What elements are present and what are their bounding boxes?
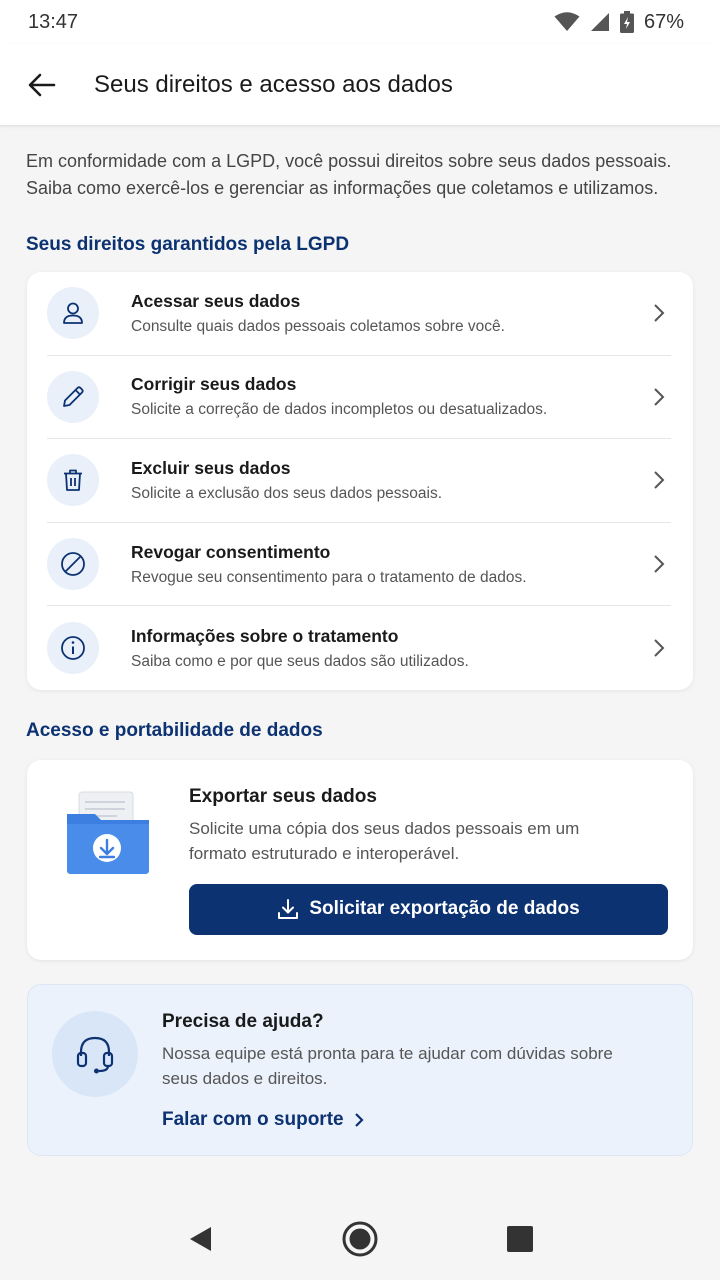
battery-percent: 67% xyxy=(643,10,684,33)
battery-icon xyxy=(619,11,634,33)
chevron-right-icon xyxy=(647,468,671,492)
trash-icon xyxy=(47,454,99,507)
block-icon xyxy=(47,538,99,591)
right-item-title: Acessar seus dados xyxy=(131,290,301,311)
right-item-access[interactable]: Acessar seus dados Consulte quais dados … xyxy=(47,272,671,356)
chevron-right-icon xyxy=(647,552,671,576)
arrow-back-icon xyxy=(28,73,56,96)
right-item-desc: Revogue seu consentimento para o tratame… xyxy=(131,568,527,586)
rights-section-title: Seus direitos garantidos pela LGPD xyxy=(26,234,350,255)
main-content: Em conformidade com a LGPD, você possui … xyxy=(0,126,720,1156)
intro-text: Em conformidade com a LGPD, você possui … xyxy=(26,151,672,198)
right-item-title: Revogar consentimento xyxy=(131,541,331,562)
app-bar: Seus direitos e acesso aos dados xyxy=(0,44,720,126)
right-item-title: Corrigir seus dados xyxy=(131,374,297,395)
page-title: Seus direitos e acesso aos dados xyxy=(94,70,453,98)
right-item-correct[interactable]: Corrigir seus dados Solicite a correção … xyxy=(47,356,671,440)
right-item-title: Informações sobre o tratamento xyxy=(131,625,399,646)
portability-section-title: Acesso e portabilidade de dados xyxy=(26,719,323,741)
triangle-back-icon xyxy=(190,1227,211,1251)
status-bar: 13:47 67% xyxy=(0,0,720,44)
export-desc: Solicite uma cópia dos seus dados pessoa… xyxy=(189,818,580,863)
right-item-title: Excluir seus dados xyxy=(131,457,291,478)
circle-home-icon xyxy=(342,1221,378,1257)
chevron-right-icon xyxy=(647,385,671,409)
nav-home-button[interactable] xyxy=(330,1209,390,1269)
nav-recents-button[interactable] xyxy=(490,1209,550,1269)
right-item-desc: Solicite a correção de dados incompletos… xyxy=(131,401,548,419)
chevron-right-icon xyxy=(354,1113,364,1127)
request-export-label: Solicitar exportação de dados xyxy=(309,898,580,920)
signal-icon xyxy=(590,13,609,31)
wifi-icon xyxy=(554,12,580,31)
request-export-button[interactable]: Solicitar exportação de dados xyxy=(189,883,668,935)
right-item-delete[interactable]: Excluir seus dados Solicite a exclusão d… xyxy=(47,439,671,523)
help-title: Precisa de ajuda? xyxy=(162,1010,324,1032)
right-item-desc: Consulte quais dados pessoais coletamos … xyxy=(131,317,505,335)
chevron-right-icon xyxy=(647,301,671,325)
back-button[interactable] xyxy=(14,57,70,113)
right-item-desc: Solicite a exclusão dos seus dados pesso… xyxy=(131,484,443,502)
contact-support-label: Falar com o suporte xyxy=(162,1108,344,1130)
square-recents-icon xyxy=(507,1226,533,1252)
nav-back-button[interactable] xyxy=(170,1209,230,1269)
contact-support-link[interactable]: Falar com o suporte xyxy=(162,1109,364,1131)
right-item-desc: Saiba como e por que seus dados são util… xyxy=(131,652,469,670)
export-card: Exportar seus dados Solicite uma cópia d… xyxy=(27,759,693,960)
rights-card: Acessar seus dados Consulte quais dados … xyxy=(27,272,693,690)
headset-icon xyxy=(52,1010,138,1097)
right-item-revoke[interactable]: Revogar consentimento Revogue seu consen… xyxy=(47,523,671,607)
help-desc: Nossa equipe está pronta para te ajudar … xyxy=(162,1043,613,1088)
folder-download-icon xyxy=(67,791,149,874)
export-title: Exportar seus dados xyxy=(189,785,377,807)
system-nav-bar xyxy=(0,1198,720,1280)
help-card: Precisa de ajuda? Nossa equipe está pron… xyxy=(27,983,693,1156)
person-icon xyxy=(47,287,99,340)
status-time: 13:47 xyxy=(28,10,79,33)
chevron-right-icon xyxy=(647,636,671,660)
pencil-icon xyxy=(47,370,99,423)
info-icon xyxy=(47,622,99,675)
status-icons: 67% xyxy=(554,11,684,34)
right-item-info[interactable]: Informações sobre o tratamento Saiba com… xyxy=(47,606,671,690)
download-icon xyxy=(278,899,299,920)
